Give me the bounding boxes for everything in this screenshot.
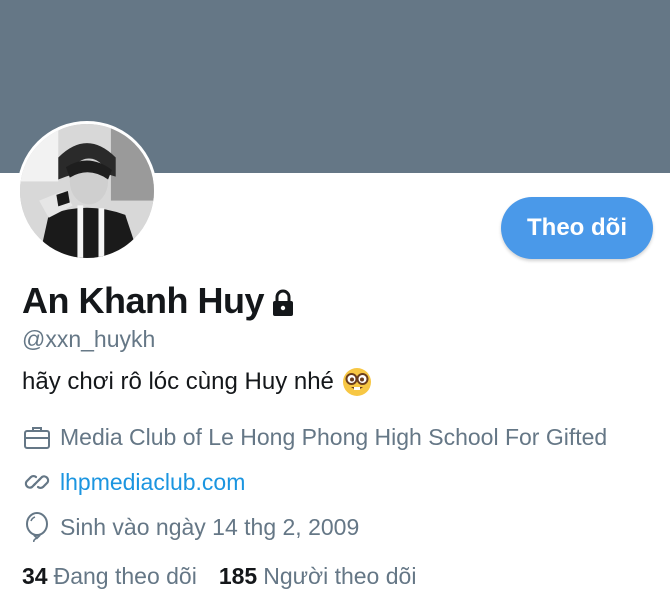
briefcase-icon [22,422,52,452]
bio-text: hãy chơi rô lóc cùng Huy nhé [22,368,334,395]
birthday-detail: Sinh vào ngày 14 thg 2, 2009 [22,512,359,542]
followers-label: Người theo dõi [263,563,417,589]
followers-count: 185 [218,563,258,589]
follow-button[interactable]: Theo dõi [501,197,653,259]
nerd-face-emoji [342,367,372,397]
avatar[interactable] [17,121,157,261]
following-label: Đang theo dõi [53,563,197,589]
display-name: An Khanh Huy [22,280,265,321]
following-count: 34 [22,563,48,589]
name-row: An Khanh Huy [22,280,296,322]
website-link[interactable]: lhpmediaclub.com [60,469,245,496]
profile-bio: hãy chơi rô lóc cùng Huy nhé [22,367,372,397]
birthday-text: Sinh vào ngày 14 thg 2, 2009 [60,513,360,540]
follow-stats: 34 Đang theo dõi 185 Người theo dõi [22,563,416,590]
work-text: Media Club of Le Hong Phong High School … [60,423,608,450]
followers-stat[interactable]: 185 Người theo dõi [219,563,417,590]
profile-page: Theo dõi An Khanh Huy @xxn_huykh hãy chơ… [0,0,670,600]
profile-handle: @xxn_huykh [22,326,156,352]
link-icon [22,467,52,497]
balloon-icon [22,512,52,542]
lock-icon [270,289,296,317]
website-detail: lhpmediaclub.com [22,467,245,497]
following-stat[interactable]: 34 Đang theo dõi [22,563,197,590]
profile-photo [20,124,154,258]
work-detail: Media Club of Le Hong Phong High School … [22,422,607,452]
